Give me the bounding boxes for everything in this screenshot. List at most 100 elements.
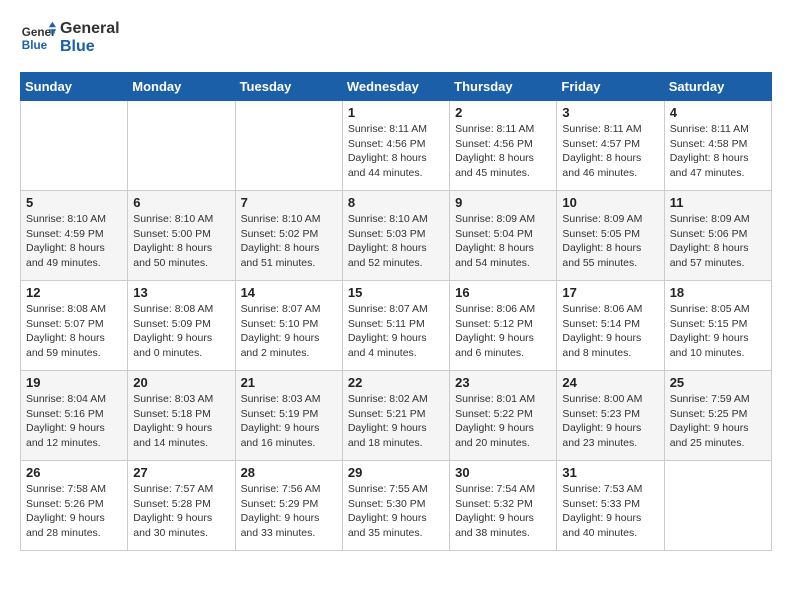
day-number: 2	[455, 105, 551, 120]
day-info: Sunrise: 7:58 AMSunset: 5:26 PMDaylight:…	[26, 482, 122, 541]
day-number: 14	[241, 285, 337, 300]
calendar-cell: 9 Sunrise: 8:09 AMSunset: 5:04 PMDaylight…	[450, 191, 557, 281]
calendar-cell: 13Sunrise: 8:08 AMSunset: 5:09 PMDayligh…	[128, 281, 235, 371]
calendar-cell: 12Sunrise: 8:08 AMSunset: 5:07 PMDayligh…	[21, 281, 128, 371]
day-info: Sunrise: 8:11 AMSunset: 4:56 PMDaylight:…	[348, 122, 444, 181]
calendar-cell: 30 Sunrise: 7:54 AMSunset: 5:32 PMDayligh…	[450, 461, 557, 551]
logo: General Blue General Blue	[20, 20, 120, 56]
weekday-header-wednesday: Wednesday	[342, 73, 449, 101]
day-info: Sunrise: 8:02 AMSunset: 5:21 PMDaylight:…	[348, 392, 444, 451]
calendar-cell: 4Sunrise: 8:11 AMSunset: 4:58 PMDaylight…	[664, 101, 771, 191]
calendar-cell	[664, 461, 771, 551]
calendar-cell: 29 Sunrise: 7:55 AMSunset: 5:30 PMDayligh…	[342, 461, 449, 551]
calendar-cell: 22 Sunrise: 8:02 AMSunset: 5:21 PMDayligh…	[342, 371, 449, 461]
day-info: Sunrise: 8:10 AMSunset: 5:02 PMDaylight:…	[241, 212, 337, 271]
calendar-week-row: 26 Sunrise: 7:58 AMSunset: 5:26 PMDayligh…	[21, 461, 772, 551]
calendar-cell: 14 Sunrise: 8:07 AMSunset: 5:10 PMDayligh…	[235, 281, 342, 371]
calendar-cell	[235, 101, 342, 191]
calendar-cell: 3Sunrise: 8:11 AMSunset: 4:57 PMDaylight…	[557, 101, 664, 191]
day-info: Sunrise: 8:09 AMSunset: 5:04 PMDaylight:…	[455, 212, 551, 271]
day-info: Sunrise: 8:11 AMSunset: 4:58 PMDaylight:…	[670, 122, 766, 181]
calendar-cell: 24Sunrise: 8:00 AMSunset: 5:23 PMDayligh…	[557, 371, 664, 461]
calendar-cell: 10Sunrise: 8:09 AMSunset: 5:05 PMDayligh…	[557, 191, 664, 281]
day-info: Sunrise: 8:07 AMSunset: 5:11 PMDaylight:…	[348, 302, 444, 361]
day-number: 18	[670, 285, 766, 300]
calendar-cell: 23Sunrise: 8:01 AMSunset: 5:22 PMDayligh…	[450, 371, 557, 461]
day-number: 29	[348, 465, 444, 480]
weekday-header-row: SundayMondayTuesdayWednesdayThursdayFrid…	[21, 73, 772, 101]
day-number: 8	[348, 195, 444, 210]
day-info: Sunrise: 8:04 AMSunset: 5:16 PMDaylight:…	[26, 392, 122, 451]
day-number: 10	[562, 195, 658, 210]
calendar-week-row: 19 Sunrise: 8:04 AMSunset: 5:16 PMDayligh…	[21, 371, 772, 461]
calendar-cell: 25 Sunrise: 7:59 AMSunset: 5:25 PMDayligh…	[664, 371, 771, 461]
day-number: 9	[455, 195, 551, 210]
svg-text:Blue: Blue	[22, 39, 48, 52]
day-number: 19	[26, 375, 122, 390]
day-number: 25	[670, 375, 766, 390]
day-number: 7	[241, 195, 337, 210]
day-number: 31	[562, 465, 658, 480]
day-number: 22	[348, 375, 444, 390]
weekday-header-monday: Monday	[128, 73, 235, 101]
calendar-cell: 31Sunrise: 7:53 AMSunset: 5:33 PMDayligh…	[557, 461, 664, 551]
day-number: 20	[133, 375, 229, 390]
day-info: Sunrise: 8:10 AMSunset: 4:59 PMDaylight:…	[26, 212, 122, 271]
day-info: Sunrise: 7:55 AMSunset: 5:30 PMDaylight:…	[348, 482, 444, 541]
day-info: Sunrise: 8:03 AMSunset: 5:18 PMDaylight:…	[133, 392, 229, 451]
day-number: 12	[26, 285, 122, 300]
day-number: 6	[133, 195, 229, 210]
calendar-table: SundayMondayTuesdayWednesdayThursdayFrid…	[20, 72, 772, 551]
weekday-header-thursday: Thursday	[450, 73, 557, 101]
calendar-cell: 28 Sunrise: 7:56 AMSunset: 5:29 PMDayligh…	[235, 461, 342, 551]
day-info: Sunrise: 8:06 AMSunset: 5:14 PMDaylight:…	[562, 302, 658, 361]
calendar-cell	[21, 101, 128, 191]
day-info: Sunrise: 7:57 AMSunset: 5:28 PMDaylight:…	[133, 482, 229, 541]
day-number: 13	[133, 285, 229, 300]
calendar-cell: 20 Sunrise: 8:03 AMSunset: 5:18 PMDayligh…	[128, 371, 235, 461]
day-number: 15	[348, 285, 444, 300]
day-number: 30	[455, 465, 551, 480]
calendar-cell: 16Sunrise: 8:06 AMSunset: 5:12 PMDayligh…	[450, 281, 557, 371]
calendar-cell: 19 Sunrise: 8:04 AMSunset: 5:16 PMDayligh…	[21, 371, 128, 461]
day-number: 21	[241, 375, 337, 390]
calendar-cell: 1 Sunrise: 8:11 AMSunset: 4:56 PMDaylight…	[342, 101, 449, 191]
day-number: 23	[455, 375, 551, 390]
day-info: Sunrise: 7:56 AMSunset: 5:29 PMDaylight:…	[241, 482, 337, 541]
day-info: Sunrise: 8:06 AMSunset: 5:12 PMDaylight:…	[455, 302, 551, 361]
day-number: 26	[26, 465, 122, 480]
day-number: 27	[133, 465, 229, 480]
day-info: Sunrise: 7:54 AMSunset: 5:32 PMDaylight:…	[455, 482, 551, 541]
calendar-cell: 21 Sunrise: 8:03 AMSunset: 5:19 PMDayligh…	[235, 371, 342, 461]
calendar-cell: 8 Sunrise: 8:10 AMSunset: 5:03 PMDaylight…	[342, 191, 449, 281]
day-info: Sunrise: 8:07 AMSunset: 5:10 PMDaylight:…	[241, 302, 337, 361]
calendar-cell: 18 Sunrise: 8:05 AMSunset: 5:15 PMDayligh…	[664, 281, 771, 371]
calendar-cell: 11Sunrise: 8:09 AMSunset: 5:06 PMDayligh…	[664, 191, 771, 281]
day-info: Sunrise: 7:59 AMSunset: 5:25 PMDaylight:…	[670, 392, 766, 451]
day-info: Sunrise: 8:05 AMSunset: 5:15 PMDaylight:…	[670, 302, 766, 361]
weekday-header-friday: Friday	[557, 73, 664, 101]
calendar-cell	[128, 101, 235, 191]
weekday-header-sunday: Sunday	[21, 73, 128, 101]
calendar-cell: 17 Sunrise: 8:06 AMSunset: 5:14 PMDayligh…	[557, 281, 664, 371]
calendar-cell: 15 Sunrise: 8:07 AMSunset: 5:11 PMDayligh…	[342, 281, 449, 371]
calendar-cell: 2Sunrise: 8:11 AMSunset: 4:56 PMDaylight…	[450, 101, 557, 191]
day-info: Sunrise: 8:10 AMSunset: 5:03 PMDaylight:…	[348, 212, 444, 271]
logo-icon: General Blue	[20, 20, 56, 56]
day-info: Sunrise: 8:03 AMSunset: 5:19 PMDaylight:…	[241, 392, 337, 451]
calendar-week-row: 12Sunrise: 8:08 AMSunset: 5:07 PMDayligh…	[21, 281, 772, 371]
day-number: 17	[562, 285, 658, 300]
calendar-week-row: 1 Sunrise: 8:11 AMSunset: 4:56 PMDaylight…	[21, 101, 772, 191]
day-info: Sunrise: 8:09 AMSunset: 5:06 PMDaylight:…	[670, 212, 766, 271]
calendar-week-row: 5 Sunrise: 8:10 AMSunset: 4:59 PMDaylight…	[21, 191, 772, 281]
calendar-cell: 26 Sunrise: 7:58 AMSunset: 5:26 PMDayligh…	[21, 461, 128, 551]
day-info: Sunrise: 8:10 AMSunset: 5:00 PMDaylight:…	[133, 212, 229, 271]
calendar-cell: 27 Sunrise: 7:57 AMSunset: 5:28 PMDayligh…	[128, 461, 235, 551]
calendar-cell: 7 Sunrise: 8:10 AMSunset: 5:02 PMDaylight…	[235, 191, 342, 281]
day-number: 5	[26, 195, 122, 210]
day-number: 28	[241, 465, 337, 480]
day-number: 1	[348, 105, 444, 120]
calendar-cell: 6 Sunrise: 8:10 AMSunset: 5:00 PMDaylight…	[128, 191, 235, 281]
weekday-header-tuesday: Tuesday	[235, 73, 342, 101]
day-info: Sunrise: 8:11 AMSunset: 4:57 PMDaylight:…	[562, 122, 658, 181]
